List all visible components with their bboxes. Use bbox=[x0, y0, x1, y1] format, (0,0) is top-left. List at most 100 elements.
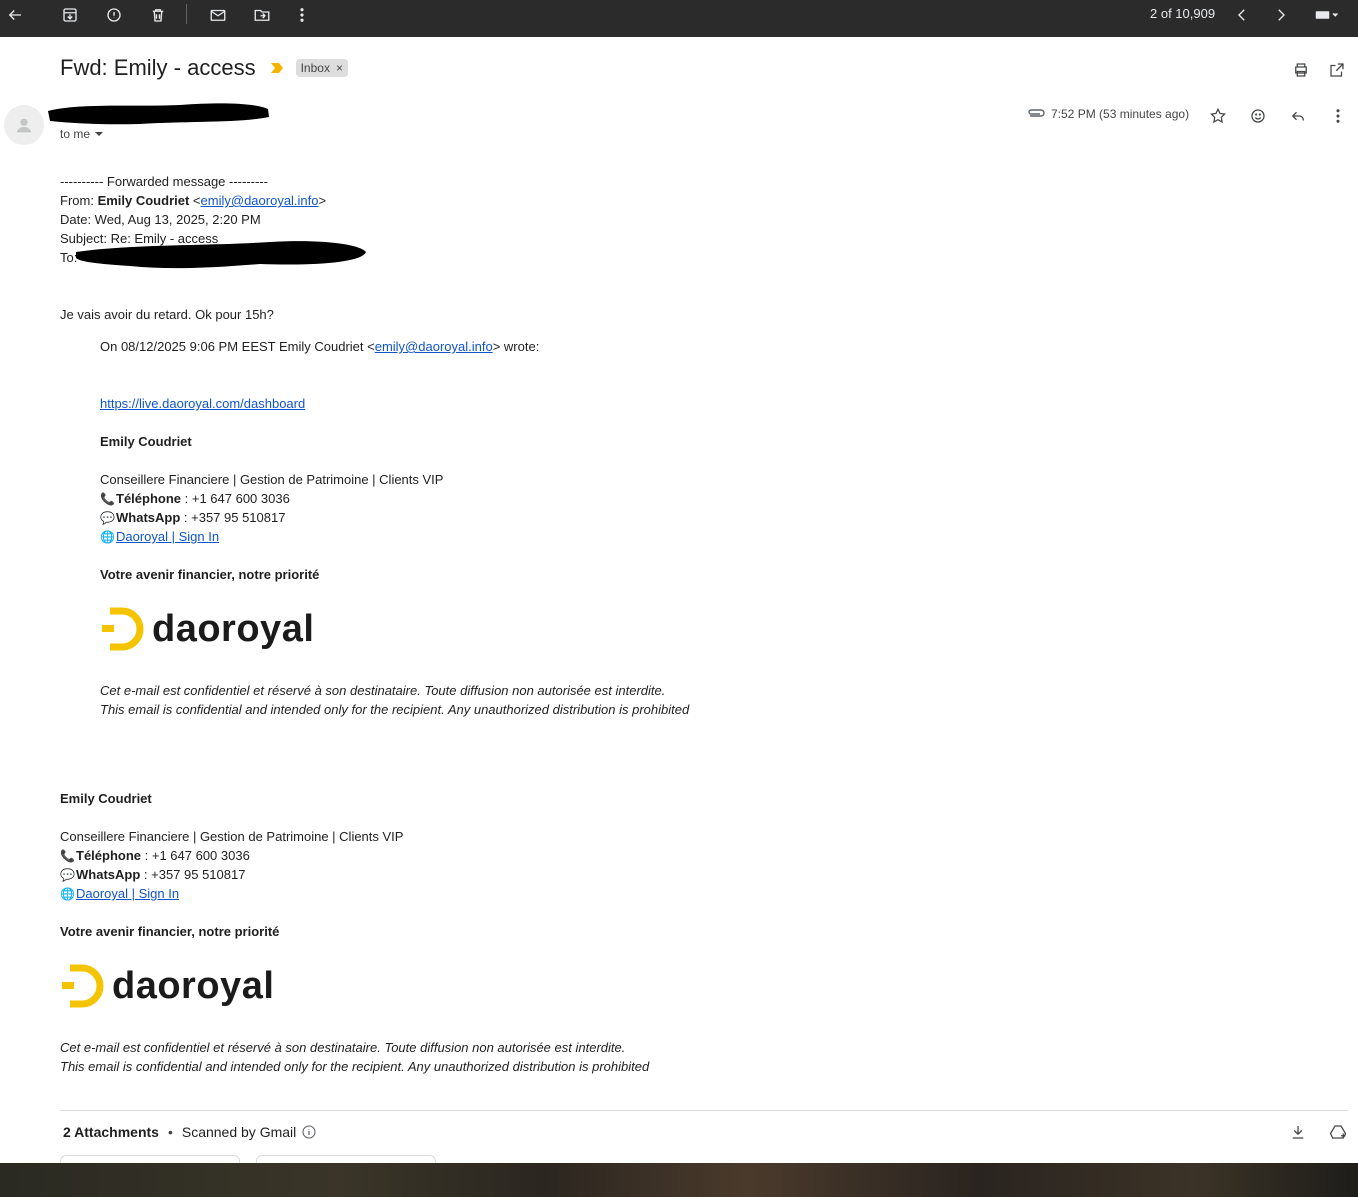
older-chevron-right-icon[interactable] bbox=[1266, 3, 1296, 27]
signature-phone-value: : +1 647 600 3036 bbox=[141, 848, 250, 863]
redaction-mark-to bbox=[76, 241, 366, 269]
quoted-site-link[interactable]: Daoroyal | Sign In bbox=[116, 529, 219, 544]
forwarded-divider: ---------- Forwarded message --------- bbox=[60, 174, 268, 189]
info-icon[interactable] bbox=[302, 1125, 316, 1139]
quoted-signature-name-text: Emily Coudriet bbox=[100, 434, 192, 449]
attachments-count: 2 Attachments bbox=[63, 1124, 159, 1140]
phone-icon: 📞 bbox=[60, 849, 75, 863]
signature-disclaimer-fr: Cet e-mail est confidentiel et réservé à… bbox=[60, 1040, 626, 1055]
download-all-icon[interactable] bbox=[1287, 1121, 1309, 1143]
speech-bubble-icon: 💬 bbox=[100, 511, 115, 525]
attachment-card[interactable] bbox=[60, 1155, 240, 1163]
quoted-phone-value: : +1 647 600 3036 bbox=[181, 491, 290, 506]
more-options-icon[interactable] bbox=[287, 3, 317, 27]
speech-bubble-icon: 💬 bbox=[60, 868, 75, 882]
from-lt: < bbox=[189, 193, 201, 208]
quoted-disclaimer-fr: Cet e-mail est confidentiel et réservé à… bbox=[100, 683, 666, 698]
recipient-details-toggle[interactable]: to me bbox=[60, 127, 104, 141]
separator-dot: • bbox=[167, 1124, 173, 1140]
quoted-daoroyal-logo: daoroyal bbox=[102, 607, 314, 651]
subject-row: Fwd: Emily - access Inbox × bbox=[60, 55, 348, 81]
signature-name-text: Emily Coudriet bbox=[60, 791, 152, 806]
signature-logo-wordmark: daoroyal bbox=[112, 964, 275, 1007]
message-timestamp: 7:52 PM (53 minutes ago) bbox=[1051, 107, 1190, 121]
person-icon bbox=[16, 118, 32, 133]
quoted-site-line: 🌐Daoroyal | Sign In bbox=[100, 529, 219, 545]
globe-icon: 🌐 bbox=[100, 530, 115, 544]
quoted-whatsapp-line: 💬WhatsApp : +357 95 510817 bbox=[100, 510, 285, 526]
signature-daoroyal-logo: daoroyal bbox=[62, 964, 274, 1008]
daoroyal-logo-icon bbox=[102, 607, 144, 651]
from-email-link[interactable]: emily@daoroyal.info bbox=[201, 193, 319, 208]
forwarded-from-line: From: Emily Coudriet <emily@daoroyal.inf… bbox=[60, 193, 326, 209]
signature-phone-label: Téléphone bbox=[76, 848, 142, 863]
paperclip-icon bbox=[1028, 109, 1045, 117]
input-tools-keyboard-icon[interactable] bbox=[1306, 3, 1348, 27]
emoji-reaction-icon[interactable] bbox=[1247, 105, 1269, 127]
quoted-email-link[interactable]: emily@daoroyal.info bbox=[375, 339, 493, 354]
quoted-whatsapp-label: WhatsApp bbox=[116, 510, 181, 525]
globe-icon: 🌐 bbox=[60, 887, 75, 901]
signature-disclaimer-en: This email is confidential and intended … bbox=[60, 1059, 650, 1074]
signature-tagline-text: Votre avenir financier, notre priorité bbox=[60, 924, 280, 939]
signature-site-link[interactable]: Daoroyal | Sign In bbox=[76, 886, 179, 901]
daoroyal-logo-icon bbox=[62, 964, 104, 1008]
to-me-text: to me bbox=[60, 127, 91, 141]
quoted-phone-line: 📞Téléphone : +1 647 600 3036 bbox=[100, 491, 290, 507]
remove-label-icon[interactable]: × bbox=[336, 61, 343, 75]
open-in-new-window-icon[interactable] bbox=[1326, 59, 1348, 81]
attachments-divider bbox=[60, 1110, 1348, 1111]
message-view: Fwd: Emily - access Inbox × to me 7:52 P… bbox=[0, 37, 1358, 1163]
delete-icon[interactable] bbox=[143, 3, 173, 27]
move-to-icon[interactable] bbox=[247, 3, 277, 27]
scanned-by-gmail: Scanned by Gmail bbox=[181, 1124, 297, 1140]
message-subject: Fwd: Emily - access bbox=[60, 55, 256, 80]
quoted-on-prefix: On 08/12/2025 9:06 PM EEST Emily Coudrie… bbox=[100, 339, 375, 354]
redaction-mark bbox=[48, 103, 269, 125]
importance-marker-icon[interactable] bbox=[270, 62, 284, 74]
newer-chevron-left-icon[interactable] bbox=[1227, 3, 1257, 27]
attachments-header: 2 Attachments • Scanned by Gmail bbox=[63, 1124, 316, 1140]
signature-whatsapp-value: : +357 95 510817 bbox=[140, 867, 246, 882]
caret-down-icon bbox=[95, 132, 104, 136]
from-prefix: From: bbox=[60, 193, 98, 208]
quoted-phone-label: Téléphone bbox=[116, 491, 182, 506]
star-icon[interactable] bbox=[1207, 105, 1229, 127]
quoted-on-suffix: > wrote: bbox=[492, 339, 540, 354]
background-desktop-strip bbox=[0, 1163, 1358, 1197]
signature-title: Conseillere Financiere | Gestion de Patr… bbox=[60, 829, 404, 844]
save-to-drive-icon[interactable] bbox=[1327, 1121, 1349, 1143]
inbox-label-text: Inbox bbox=[300, 61, 330, 75]
archive-icon[interactable] bbox=[55, 3, 85, 27]
sender-avatar[interactable] bbox=[4, 105, 44, 145]
print-icon[interactable] bbox=[1290, 59, 1312, 81]
reply-message: Je vais avoir du retard. Ok pour 15h? bbox=[60, 307, 274, 322]
forwarded-date-line: Date: Wed, Aug 13, 2025, 2:20 PM bbox=[60, 212, 261, 227]
quoted-whatsapp-value: : +357 95 510817 bbox=[180, 510, 286, 525]
dashboard-link[interactable]: https://live.daoroyal.com/dashboard bbox=[100, 396, 305, 412]
report-spam-icon[interactable] bbox=[99, 3, 129, 27]
inbox-label-chip: Inbox × bbox=[295, 59, 348, 77]
quoted-disclaimer-en: This email is confidential and intended … bbox=[100, 702, 690, 717]
signature-phone-line: 📞Téléphone : +1 647 600 3036 bbox=[60, 848, 250, 864]
attachment-card[interactable] bbox=[256, 1155, 436, 1163]
mark-unread-icon[interactable] bbox=[203, 3, 233, 27]
quoted-tagline: Votre avenir financier, notre priorité bbox=[100, 567, 319, 583]
phone-icon: 📞 bbox=[100, 492, 115, 506]
quoted-attribution: On 08/12/2025 9:06 PM EEST Emily Coudrie… bbox=[100, 339, 539, 355]
signature-whatsapp-line: 💬WhatsApp : +357 95 510817 bbox=[60, 867, 245, 883]
back-arrow-icon[interactable] bbox=[0, 3, 30, 27]
toolbar-divider bbox=[186, 4, 187, 24]
quoted-logo-wordmark: daoroyal bbox=[152, 607, 315, 650]
message-more-options-icon[interactable] bbox=[1327, 105, 1349, 127]
reply-icon[interactable] bbox=[1287, 105, 1309, 127]
signature-tagline: Votre avenir financier, notre priorité bbox=[60, 924, 279, 940]
from-name: Emily Coudriet bbox=[97, 193, 190, 208]
from-gt: > bbox=[318, 193, 327, 208]
signature-whatsapp-label: WhatsApp bbox=[76, 867, 141, 882]
top-toolbar: 2 of 10,909 bbox=[0, 0, 1358, 37]
signature-site-line: 🌐Daoroyal | Sign In bbox=[60, 886, 179, 902]
quoted-signature-name: Emily Coudriet bbox=[100, 434, 192, 450]
pagination-count: 2 of 10,909 bbox=[1150, 6, 1216, 21]
signature-name: Emily Coudriet bbox=[60, 791, 152, 807]
